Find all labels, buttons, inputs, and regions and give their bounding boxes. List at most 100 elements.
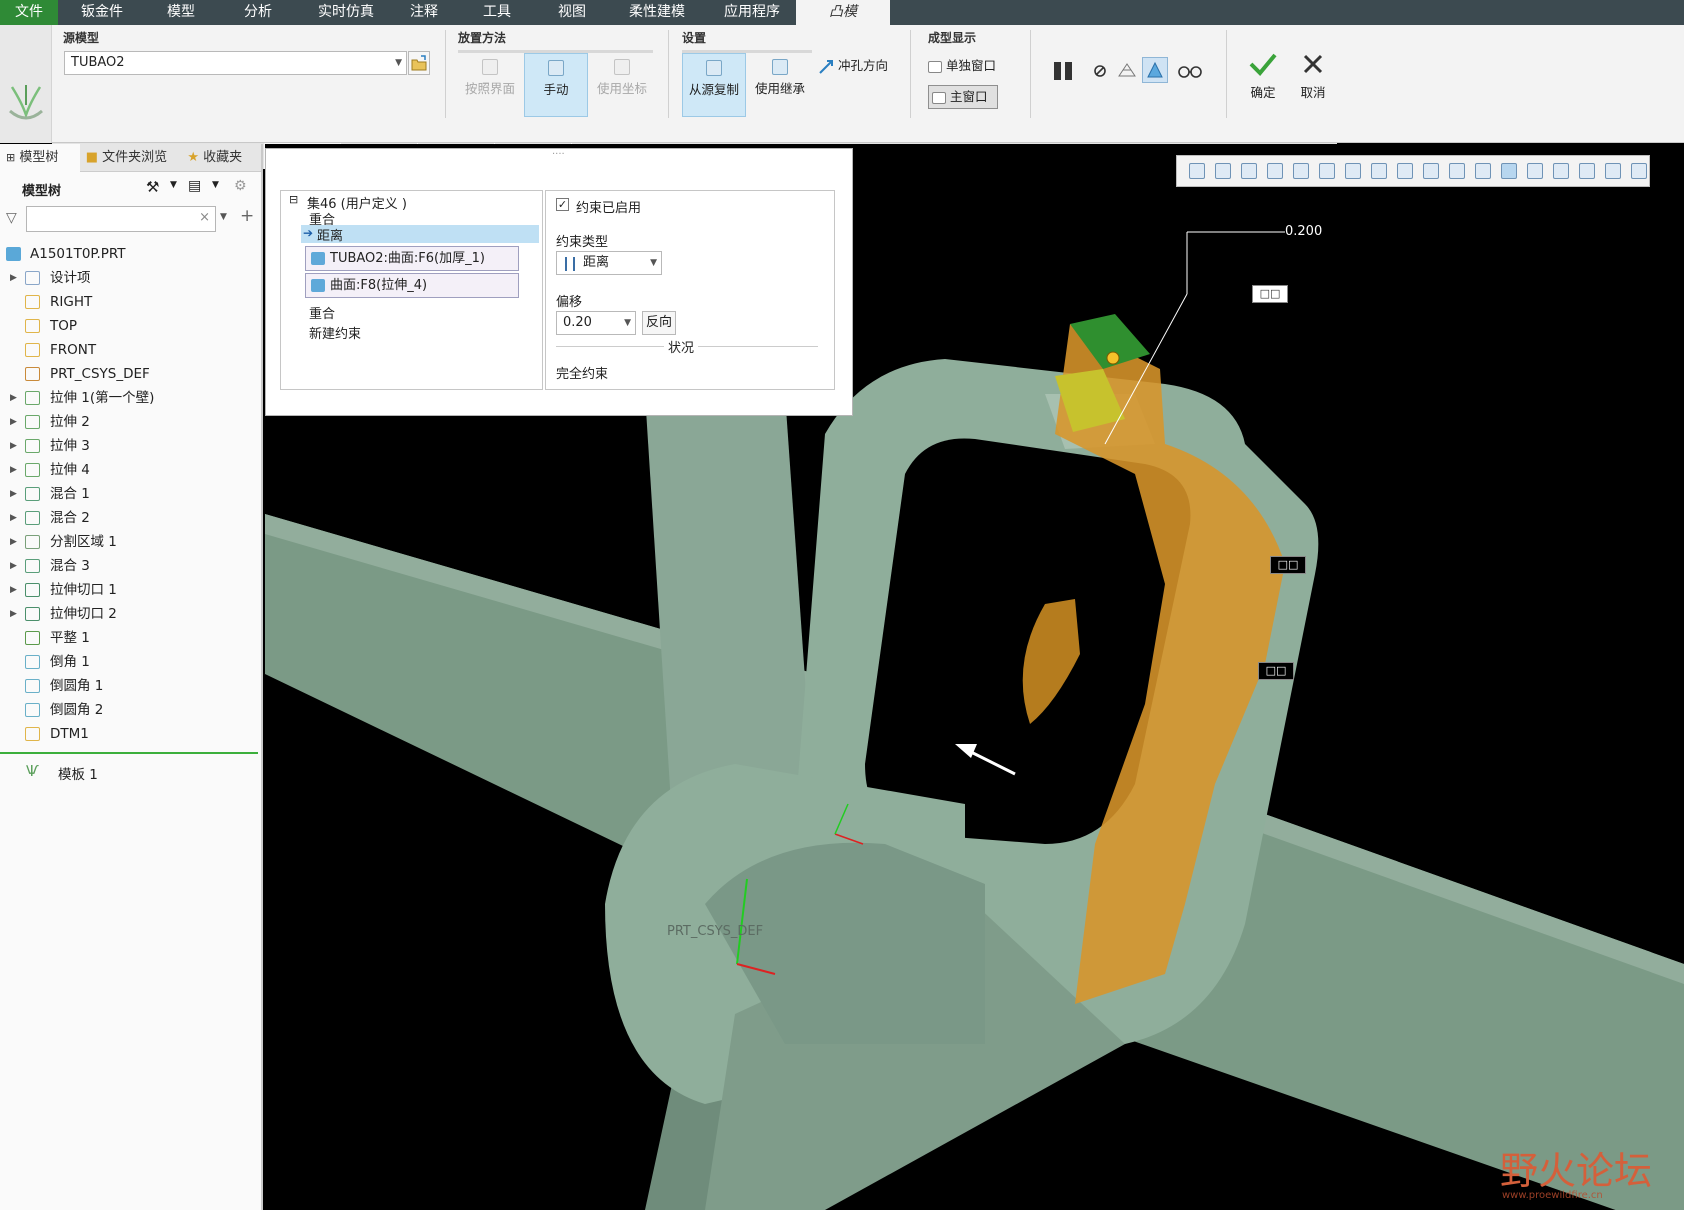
copy-from-source-button[interactable]: 从源复制	[682, 53, 746, 117]
constraint-item[interactable]: 重合	[309, 303, 335, 322]
preview-mesh-icon[interactable]	[1116, 59, 1138, 81]
punch-direction-button[interactable]: 冲孔方向	[818, 55, 898, 77]
tree-item[interactable]: ▶ 混合 3	[0, 554, 261, 578]
separate-window-button[interactable]: 单独窗口	[928, 55, 1018, 77]
tree-item[interactable]: ▶ 拉伸 2	[0, 410, 261, 434]
chevron-down-icon[interactable]: ▼	[212, 180, 219, 190]
display-style-icon[interactable]	[1293, 163, 1309, 179]
tree-item[interactable]: ▶ 拉伸 3	[0, 434, 261, 458]
tree-item[interactable]: 倒角 1	[0, 650, 261, 674]
drag-handle[interactable]: ····	[552, 149, 565, 160]
tree-item[interactable]: ▶ 混合 1	[0, 482, 261, 506]
tree-item[interactable]: FRONT	[0, 338, 261, 362]
cancel-button[interactable]: 取消	[1290, 49, 1336, 113]
dimension-tag[interactable]: □□	[1252, 285, 1288, 303]
tree-item[interactable]: ▶ 拉伸 4	[0, 458, 261, 482]
show-icon[interactable]: ▤	[188, 178, 201, 194]
constraint-enabled-checkbox[interactable]: ✓	[556, 198, 569, 211]
menu-sheetmetal[interactable]: 钣金件	[58, 0, 146, 25]
constraint-type-select[interactable]: 距离 ▼	[556, 251, 662, 275]
tree-item[interactable]: DTM1	[0, 722, 261, 746]
verify-icon[interactable]	[1142, 57, 1168, 83]
dimension-value[interactable]: 0.200	[1285, 224, 1322, 239]
clear-icon[interactable]: ×	[199, 210, 210, 225]
expand-icon[interactable]: ▶	[10, 602, 17, 626]
point-display-icon[interactable]	[1527, 163, 1543, 179]
search-input[interactable]: ×	[26, 206, 216, 232]
reference-1[interactable]: TUBAO2:曲面:F6(加厚_1)	[305, 246, 519, 271]
tree-item[interactable]: 倒圆角 2	[0, 698, 261, 722]
tree-item[interactable]: ▶ 设计项	[0, 266, 261, 290]
filter-tree-icon[interactable]: ⚙	[234, 178, 247, 194]
expand-icon[interactable]: ▶	[10, 458, 17, 482]
expand-icon[interactable]: ▶	[10, 530, 17, 554]
menu-annotate[interactable]: 注释	[392, 0, 456, 25]
section-icon[interactable]	[1397, 163, 1413, 179]
expand-icon[interactable]: ▶	[10, 410, 17, 434]
csys-display-icon[interactable]	[1501, 163, 1517, 179]
menu-analysis[interactable]: 分析	[216, 0, 300, 25]
offset-input[interactable]: 0.20 ▼	[556, 311, 636, 335]
pause-icon[interactable]	[1052, 59, 1076, 83]
annotation-display-icon[interactable]	[1423, 163, 1439, 179]
perspective-icon[interactable]	[1371, 163, 1387, 179]
flip-button[interactable]: 反向	[642, 311, 676, 335]
chevron-down-icon[interactable]: ▼	[170, 180, 177, 190]
zoom-in-icon[interactable]	[1215, 163, 1231, 179]
menu-model[interactable]: 模型	[146, 0, 216, 25]
tree-insert-item[interactable]: Ѱ 模板 1	[0, 760, 258, 784]
settings-icon[interactable]: ⚒	[146, 178, 159, 196]
spin-center-icon[interactable]	[1475, 163, 1491, 179]
menu-view[interactable]: 视图	[538, 0, 606, 25]
collapse-icon[interactable]: ⊟	[289, 193, 298, 206]
use-inheritance-button[interactable]: 使用继承	[748, 55, 812, 115]
confirm-button[interactable]: 确定	[1240, 49, 1286, 113]
zoom-out-icon[interactable]	[1241, 163, 1257, 179]
chevron-down-icon[interactable]: ▼	[220, 212, 227, 222]
tree-item[interactable]: PRT_CSYS_DEF	[0, 362, 261, 386]
expand-icon[interactable]: ▶	[10, 506, 17, 530]
selected-constraint-row[interactable]: ➔ 距离	[301, 225, 539, 244]
main-window-button[interactable]: 主窗口	[928, 85, 998, 109]
new-constraint-item[interactable]: 新建约束	[309, 323, 361, 342]
by-interface-button[interactable]: 按照界面	[458, 55, 522, 115]
expand-icon[interactable]: ▶	[10, 434, 17, 458]
add-icon[interactable]: +	[240, 206, 254, 226]
expand-icon[interactable]: ▶	[10, 578, 17, 602]
open-folder-button[interactable]	[408, 51, 430, 75]
source-model-combo[interactable]: TUBAO2 ▼	[64, 51, 407, 75]
chevron-down-icon[interactable]: ▼	[624, 312, 631, 334]
tree-root[interactable]: A1501T0P.PRT	[0, 242, 261, 266]
expand-icon[interactable]: ▶	[10, 266, 17, 290]
refit-icon[interactable]	[1189, 163, 1205, 179]
tree-item[interactable]: ▶ 拉伸切口 2	[0, 602, 261, 626]
tree-item[interactable]: ▶ 拉伸 1(第一个壁)	[0, 386, 261, 410]
tree-item[interactable]: ▶ 分割区域 1	[0, 530, 261, 554]
reference-2[interactable]: 曲面:F8(拉伸_4)	[305, 273, 519, 298]
expand-icon[interactable]: ▶	[10, 482, 17, 506]
glasses-icon[interactable]	[1176, 61, 1204, 81]
tree-item[interactable]: 平整 1	[0, 626, 261, 650]
pause-icon[interactable]	[1605, 163, 1621, 179]
saved-views-icon[interactable]	[1319, 163, 1335, 179]
use-csys-button[interactable]: 使用坐标	[590, 55, 654, 115]
dimension-tag[interactable]: □□	[1270, 556, 1306, 574]
chevron-down-icon[interactable]: ▼	[650, 252, 657, 274]
menu-realtime-sim[interactable]: 实时仿真	[300, 0, 392, 25]
expand-icon[interactable]: ▶	[10, 554, 17, 578]
dimension-tag[interactable]: □□	[1258, 662, 1294, 680]
tree-item[interactable]: RIGHT	[0, 290, 261, 314]
expand-icon[interactable]: ▶	[10, 386, 17, 410]
tree-item[interactable]: ▶ 混合 2	[0, 506, 261, 530]
menu-punch-form[interactable]: 凸模	[796, 0, 890, 25]
filter-icon[interactable]: ▽	[6, 210, 17, 226]
chevron-down-icon[interactable]: ▼	[395, 52, 402, 74]
menu-flexible-modeling[interactable]: 柔性建模	[606, 0, 708, 25]
tab-favorites[interactable]: ★ 收藏夹	[181, 144, 261, 172]
collapse-icon[interactable]	[1631, 163, 1647, 179]
datum-display-icon[interactable]	[1449, 163, 1465, 179]
menu-tools[interactable]: 工具	[456, 0, 538, 25]
manual-button[interactable]: 手动	[524, 53, 588, 117]
menu-applications[interactable]: 应用程序	[708, 0, 796, 25]
appearance-icon[interactable]	[1553, 163, 1569, 179]
